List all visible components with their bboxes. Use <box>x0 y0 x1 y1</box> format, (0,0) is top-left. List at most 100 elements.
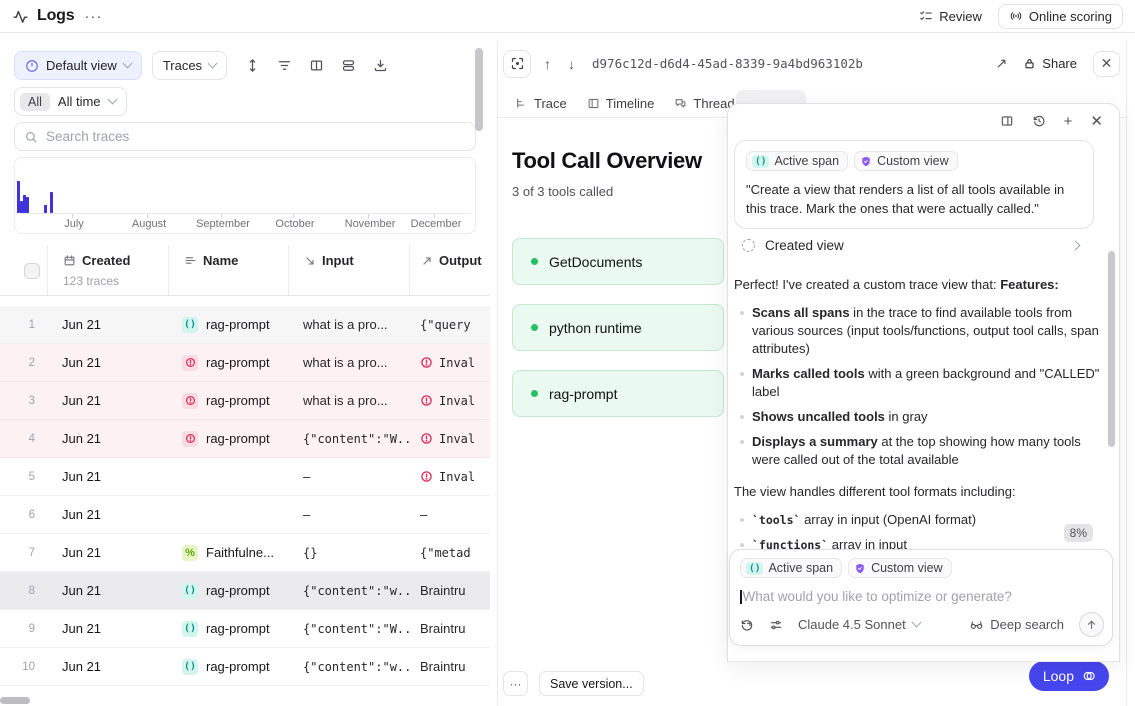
save-version-button[interactable]: Save version... <box>539 671 644 696</box>
share-button[interactable]: Share <box>1023 56 1077 71</box>
axis-month-label: November <box>345 218 396 230</box>
send-button[interactable] <box>1079 612 1104 637</box>
cell-output: {"query <box>409 318 490 332</box>
app-header: Logs ··· Review Online scoring <box>0 0 1135 33</box>
chevron-down-icon <box>107 95 117 105</box>
traces-panel: Default view Traces <box>0 33 490 706</box>
loop-button[interactable]: Loop <box>1029 661 1109 691</box>
filter-icon[interactable] <box>277 58 292 73</box>
settings-sliders-icon[interactable] <box>769 618 783 632</box>
select-all-checkbox[interactable] <box>24 263 40 279</box>
called-dot-icon <box>531 258 538 265</box>
feature-item: Shows uncalled tools in gray <box>734 408 1100 426</box>
cell-created: Jun 21 <box>47 583 168 598</box>
prompt-input[interactable]: What would you like to optimize or gener… <box>740 589 1102 604</box>
columns-icon[interactable] <box>309 58 324 73</box>
created-view-row[interactable]: Created view <box>742 238 1079 253</box>
histogram-axis <box>20 213 470 214</box>
active-span-badge[interactable]: () Active span <box>740 558 842 578</box>
more-options-button[interactable]: ··· <box>503 671 528 696</box>
left-panel-horizontal-scrollbar[interactable] <box>0 697 30 704</box>
column-header-output[interactable]: Output <box>409 245 490 295</box>
custom-view-badge[interactable]: Custom view <box>854 151 958 171</box>
detail-tab[interactable]: Trace <box>507 92 575 115</box>
left-panel-vertical-scrollbar[interactable] <box>475 48 483 131</box>
online-scoring-button[interactable]: Online scoring <box>998 4 1123 29</box>
chevron-down-icon <box>208 59 218 69</box>
previous-trace-button[interactable]: ↑ <box>540 56 555 72</box>
active-span-badge[interactable]: () Active span <box>746 151 848 171</box>
arrow-down-right-icon <box>304 255 316 267</box>
page-menu-button[interactable]: ··· <box>78 6 108 27</box>
next-trace-button[interactable]: ↓ <box>564 56 579 72</box>
table-toolbar-icons <box>245 58 388 73</box>
reset-conversation-icon[interactable] <box>740 618 754 632</box>
cell-input: what is a pro... <box>288 317 409 332</box>
error-icon <box>182 431 198 447</box>
table-row[interactable]: 6 Jun 21 – – <box>0 496 490 534</box>
column-header-created[interactable]: Created 123 traces <box>47 245 168 295</box>
cell-output: Braintru <box>409 621 490 636</box>
table-row[interactable]: 8 Jun 21 () rag-prompt {"content":"w... … <box>0 572 490 610</box>
step-status-icon <box>742 239 755 252</box>
search-placeholder: Search traces <box>46 129 129 144</box>
tool-name: rag-prompt <box>549 386 617 402</box>
table-row[interactable]: 2 Jun 21 rag-prompt what is a pro... Inv… <box>0 344 490 382</box>
detail-tab[interactable]: Timeline <box>579 92 663 115</box>
tool-card[interactable]: python runtime <box>512 304 724 351</box>
tool-card-list: GetDocuments python runtime rag-prompt <box>512 238 724 436</box>
called-dot-icon <box>531 390 538 397</box>
cell-output: Inval <box>409 394 490 408</box>
sort-icon[interactable] <box>245 58 260 73</box>
tool-call-overview: Tool Call Overview 3 of 3 tools called <box>512 148 702 199</box>
model-selector[interactable]: Claude 4.5 Sonnet <box>798 617 920 632</box>
trace-mode-selector[interactable]: Traces <box>152 51 227 80</box>
cell-input: – <box>288 507 409 522</box>
cell-created: Jun 21 <box>47 621 168 636</box>
table-row[interactable]: 10 Jun 21 () rag-prompt {"content":"w...… <box>0 648 490 686</box>
time-range-selector[interactable]: All All time <box>14 87 127 116</box>
trace-histogram[interactable]: JulyAugustSeptemberOctoberNovemberDecemb… <box>14 157 476 234</box>
close-assistant-icon[interactable]: ✕ <box>1090 112 1103 130</box>
row-height-icon[interactable] <box>341 58 356 73</box>
table-row[interactable]: 1 Jun 21 () rag-prompt what is a pro... … <box>0 306 490 344</box>
assistant-scrollbar[interactable] <box>1108 251 1115 447</box>
table-row[interactable]: 9 Jun 21 () rag-prompt {"content":"W... … <box>0 610 490 648</box>
shield-icon <box>860 155 872 168</box>
close-detail-button[interactable]: ✕ <box>1093 51 1120 77</box>
search-input[interactable]: Search traces <box>14 122 476 151</box>
cell-output: Braintru <box>409 583 490 598</box>
download-icon[interactable] <box>373 58 388 73</box>
row-number: 2 <box>0 357 47 369</box>
dock-panel-icon[interactable] <box>1000 114 1014 128</box>
review-button[interactable]: Review <box>919 9 982 24</box>
focus-span-button[interactable] <box>503 50 531 78</box>
table-row[interactable]: 5 Jun 21 – Inval <box>0 458 490 496</box>
time-filter: All All time <box>14 87 127 116</box>
axis-month-label: December <box>411 218 462 230</box>
new-chat-icon[interactable]: + <box>1064 113 1073 130</box>
view-selector[interactable]: Default view <box>14 51 142 80</box>
cell-input: what is a pro... <box>288 393 409 408</box>
table-row[interactable]: 7 Jun 21 % Faithfulne... {} {"metad <box>0 534 490 572</box>
history-icon[interactable] <box>1032 114 1046 128</box>
cell-input: {"content":"w... <box>288 660 409 674</box>
cell-input: – <box>288 469 409 484</box>
histogram-bar <box>26 197 29 213</box>
cell-name: rag-prompt <box>168 431 288 447</box>
open-in-new-icon[interactable]: ↗ <box>996 55 1008 72</box>
formats-intro: The view handles different tool formats … <box>734 483 1100 501</box>
custom-view-badge[interactable]: Custom view <box>848 558 952 578</box>
cell-created: Jun 21 <box>47 393 168 408</box>
column-header-input[interactable]: Input <box>288 245 409 295</box>
tool-card[interactable]: GetDocuments <box>512 238 724 285</box>
trace-tree-icon <box>515 97 528 110</box>
table-row[interactable]: 3 Jun 21 rag-prompt what is a pro... Inv… <box>0 382 490 420</box>
column-header-name[interactable]: Name <box>168 245 288 295</box>
feature-item: Displays a summary at the top showing ho… <box>734 433 1100 469</box>
checklist-icon <box>919 9 933 23</box>
deep-search-toggle[interactable]: Deep search <box>969 617 1064 632</box>
tool-card[interactable]: rag-prompt <box>512 370 724 417</box>
row-number: 5 <box>0 471 47 483</box>
table-row[interactable]: 4 Jun 21 rag-prompt {"content":"W... Inv… <box>0 420 490 458</box>
